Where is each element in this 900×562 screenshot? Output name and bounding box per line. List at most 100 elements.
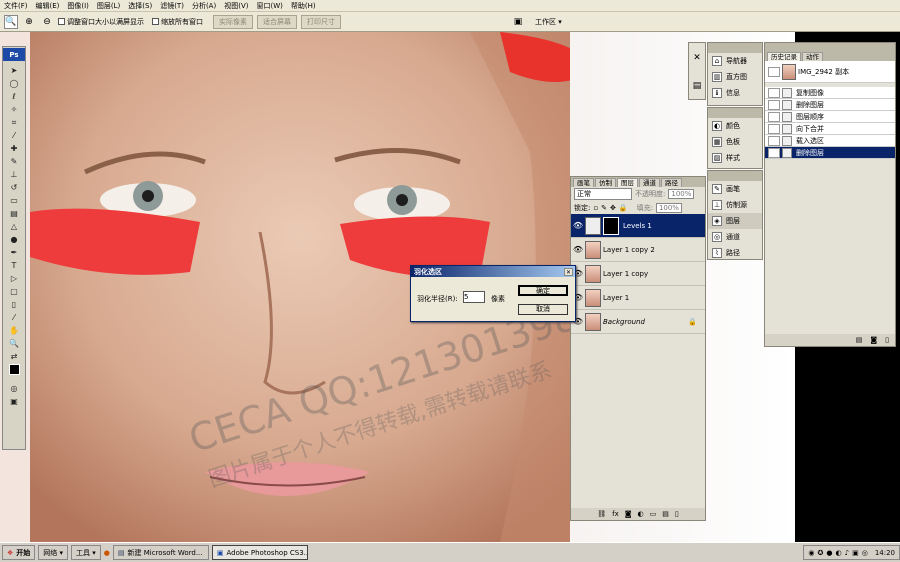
- tab-clone[interactable]: 仿制: [595, 178, 616, 187]
- volume-icon[interactable]: ♪: [845, 549, 849, 557]
- layer-comps-icon[interactable]: ▤: [690, 79, 704, 93]
- print-size-button[interactable]: 打印尺寸: [301, 14, 341, 29]
- adjustment-layer-icon[interactable]: ◐: [638, 510, 644, 518]
- eyedropper2-icon[interactable]: ⁄: [3, 311, 25, 324]
- tab-layers[interactable]: 图层: [617, 178, 638, 187]
- menu-select[interactable]: 选择(S): [128, 1, 152, 11]
- lock-move-icon[interactable]: ✥: [610, 204, 616, 212]
- history-step[interactable]: 删除图层: [765, 99, 895, 111]
- history-step[interactable]: 复制图像: [765, 87, 895, 99]
- lock-transparency-icon[interactable]: ▫: [593, 204, 598, 212]
- blend-mode-select[interactable]: 正常: [574, 188, 632, 200]
- layer-row-levels[interactable]: 👁 Levels 1: [571, 214, 705, 238]
- start-button[interactable]: ❖ 开始: [2, 545, 36, 560]
- move-tool-icon[interactable]: ➤: [3, 64, 25, 77]
- workspace-menu[interactable]: 工作区 ▾: [535, 17, 562, 27]
- history-step[interactable]: 向下合并: [765, 123, 895, 135]
- history-brush-icon[interactable]: ↺: [3, 181, 25, 194]
- brushes-item[interactable]: ✎ 画笔: [708, 181, 762, 197]
- zoom-icon[interactable]: 🔍: [3, 337, 25, 350]
- color-swatches-icon[interactable]: [3, 363, 25, 376]
- history-step[interactable]: 载入选区: [765, 135, 895, 147]
- screen-mode-icon[interactable]: ▣: [3, 395, 25, 408]
- healing-brush-icon[interactable]: ✚: [3, 142, 25, 155]
- brush-tool-icon[interactable]: ✎: [3, 155, 25, 168]
- zoom-tool-icon[interactable]: 🔍: [4, 14, 18, 29]
- history-step-box[interactable]: [768, 123, 780, 134]
- opacity-field[interactable]: 100%: [668, 189, 695, 199]
- cancel-button[interactable]: 取消: [518, 304, 568, 315]
- tab-channels[interactable]: 通道: [639, 178, 660, 187]
- eraser-icon[interactable]: ▭: [3, 194, 25, 207]
- delete-layer-icon[interactable]: ▯: [675, 510, 679, 518]
- type-tool-icon[interactable]: T: [3, 259, 25, 272]
- tray-icon[interactable]: ●: [826, 549, 832, 557]
- feather-radius-input[interactable]: [463, 291, 485, 303]
- lock-brush-icon[interactable]: ✎: [601, 204, 607, 212]
- new-snapshot-icon[interactable]: ◙: [870, 336, 877, 344]
- menu-filter[interactable]: 滤镜(T): [160, 1, 184, 11]
- gradient-tool-icon[interactable]: ▤: [3, 207, 25, 220]
- menu-view[interactable]: 视图(V): [224, 1, 248, 11]
- new-document-icon[interactable]: ▤: [856, 336, 863, 344]
- tray-icon[interactable]: ◎: [862, 549, 868, 557]
- tab-brushes[interactable]: 画笔: [573, 178, 594, 187]
- tool-presets-icon[interactable]: ✕: [690, 51, 704, 65]
- history-delete-icon[interactable]: ▯: [885, 336, 889, 344]
- ok-button[interactable]: 确定: [518, 285, 568, 296]
- fit-screen-button[interactable]: 适合屏幕: [257, 14, 297, 29]
- swatches-item[interactable]: ▦ 色板: [708, 134, 762, 150]
- tray-icon[interactable]: ◉: [808, 549, 814, 557]
- menu-layer[interactable]: 图层(L): [97, 1, 120, 11]
- shape-tool-icon[interactable]: ▢: [3, 285, 25, 298]
- layer-row[interactable]: 👁 Layer 1 copy 2: [571, 238, 705, 262]
- menu-image[interactable]: 图像(I): [67, 1, 89, 11]
- layer-row-background[interactable]: 👁 Background 🔒: [571, 310, 705, 334]
- info-item[interactable]: ℹ 信息: [708, 85, 762, 101]
- layers-item[interactable]: ◈ 图层: [708, 213, 762, 229]
- channels-item[interactable]: ◎ 通道: [708, 229, 762, 245]
- tools-toolbar[interactable]: 工具 ▾: [71, 545, 101, 560]
- new-group-icon[interactable]: ▭: [650, 510, 657, 518]
- lasso-tool-icon[interactable]: ℓ: [3, 90, 25, 103]
- layer-row[interactable]: 👁 Layer 1: [571, 286, 705, 310]
- browser-icon[interactable]: ●: [104, 549, 110, 557]
- path-select-icon[interactable]: ▷: [3, 272, 25, 285]
- swap-colors-icon[interactable]: ⇄: [3, 350, 25, 363]
- actual-pixels-button[interactable]: 实际像素: [213, 14, 253, 29]
- tray-icon[interactable]: ◐: [836, 549, 842, 557]
- add-mask-icon[interactable]: ◙: [625, 510, 632, 518]
- clone-stamp-icon[interactable]: ⊥: [3, 168, 25, 181]
- zoom-out-icon[interactable]: ⊖: [40, 15, 54, 29]
- clock[interactable]: 14:20: [875, 549, 895, 557]
- fill-field[interactable]: 100%: [655, 202, 682, 213]
- navigator-item[interactable]: ⌂ 导航器: [708, 53, 762, 69]
- resize-windows-checkbox[interactable]: 调整窗口大小以满屏显示: [58, 17, 144, 27]
- histogram-item[interactable]: ▥ 直方图: [708, 69, 762, 85]
- close-icon[interactable]: ✕: [564, 267, 573, 276]
- tab-paths[interactable]: 路径: [661, 178, 682, 187]
- styles-item[interactable]: ▨ 样式: [708, 150, 762, 166]
- crop-tool-icon[interactable]: ⌗: [3, 116, 25, 129]
- hand-tool-icon[interactable]: ✋: [3, 324, 25, 337]
- notes-tool-icon[interactable]: ▯: [3, 298, 25, 311]
- menu-edit[interactable]: 编辑(E): [36, 1, 60, 11]
- history-step-selected[interactable]: 删除图层: [765, 147, 895, 159]
- blur-tool-icon[interactable]: △: [3, 220, 25, 233]
- visibility-eye-icon[interactable]: 👁: [571, 221, 585, 230]
- menu-window[interactable]: 窗口(W): [256, 1, 282, 11]
- layer-style-icon[interactable]: fx: [612, 510, 619, 518]
- task-word[interactable]: ▤ 新建 Microsoft Word...: [112, 545, 209, 560]
- tray-icon[interactable]: ✪: [818, 549, 824, 557]
- dodge-tool-icon[interactable]: ●: [3, 233, 25, 246]
- eyedropper-icon[interactable]: ⁄: [3, 129, 25, 142]
- marquee-tool-icon[interactable]: ◯: [3, 77, 25, 90]
- menu-analysis[interactable]: 分析(A): [192, 1, 216, 11]
- tab-actions[interactable]: 动作: [802, 52, 823, 61]
- visibility-eye-icon[interactable]: 👁: [571, 245, 585, 254]
- tray-icon[interactable]: ▣: [852, 549, 859, 557]
- color-item[interactable]: ◐ 颜色: [708, 118, 762, 134]
- menu-help[interactable]: 帮助(H): [291, 1, 316, 11]
- link-layers-icon[interactable]: ⛓: [597, 510, 606, 518]
- network-toolbar[interactable]: 网络 ▾: [38, 545, 69, 560]
